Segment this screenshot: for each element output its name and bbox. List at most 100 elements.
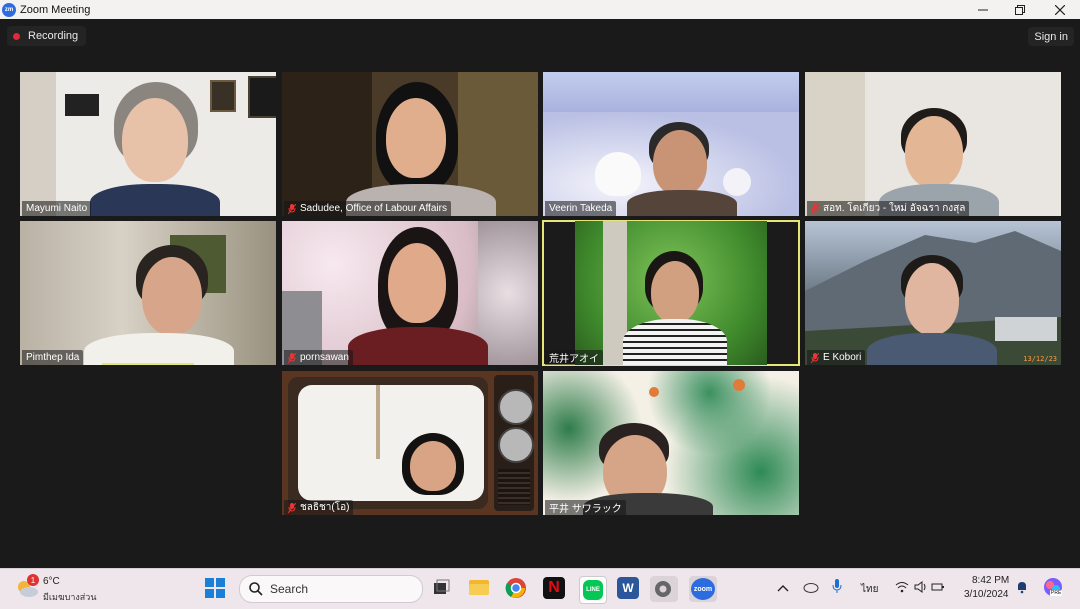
restore-button[interactable] <box>1000 0 1040 19</box>
start-button[interactable] <box>204 577 228 601</box>
chrome-icon <box>505 578 526 598</box>
recording-indicator[interactable]: Recording <box>7 26 87 46</box>
participant-body <box>623 319 727 365</box>
wifi-icon <box>895 582 909 593</box>
participant-face <box>653 130 707 196</box>
chevron-up-icon <box>777 585 789 592</box>
settings-button[interactable] <box>650 576 678 602</box>
rabbit-illustration <box>723 168 751 196</box>
show-hidden-icons-button[interactable] <box>777 580 789 598</box>
recording-label: Recording <box>28 30 79 42</box>
mic-muted-icon <box>811 203 819 214</box>
participant-face <box>905 263 959 335</box>
window-titlebar: zm Zoom Meeting <box>0 0 1080 19</box>
zoom-icon: zoom <box>691 578 715 600</box>
bell-icon <box>1018 582 1026 594</box>
microphone-tray-button[interactable] <box>832 578 842 599</box>
weather-widget[interactable]: 1 <box>14 574 40 601</box>
participant-name-label: 平井 サワラック <box>545 500 626 515</box>
battery-button[interactable] <box>931 580 945 598</box>
close-button[interactable] <box>1040 0 1080 19</box>
participant-tile[interactable]: Mayumi Naito <box>20 72 276 216</box>
participant-tile[interactable]: สอท. โตเกียว - ใหม่ อัจฉรา กงสุล <box>805 72 1061 216</box>
taskbar-search-input[interactable]: Search <box>239 575 423 603</box>
chrome-button[interactable] <box>505 577 529 601</box>
clock-date[interactable]: 3/10/2024 <box>964 589 1009 600</box>
volume-button[interactable] <box>914 580 928 598</box>
clock-time[interactable]: 8:42 PM <box>972 575 1009 586</box>
speaker-icon <box>914 581 926 593</box>
mic-muted-icon <box>288 502 296 513</box>
participant-body <box>348 327 488 365</box>
participant-name-label: 荒井アオイ <box>545 350 603 365</box>
participant-face <box>410 441 456 491</box>
tv-dial-icon <box>498 427 534 463</box>
tv-screen-pole <box>376 385 380 459</box>
windows-logo-icon <box>205 578 225 598</box>
participant-face <box>388 243 446 323</box>
participant-face <box>386 98 446 178</box>
participant-name-label: Sadudee, Office of Labour Affairs <box>284 201 451 216</box>
audio-activity-bar <box>102 363 194 365</box>
participant-face <box>142 257 202 335</box>
copilot-badge: PRE <box>1050 590 1063 596</box>
search-placeholder: Search <box>270 582 309 596</box>
minimize-icon <box>978 9 988 10</box>
copilot-button[interactable]: PRE <box>1042 576 1064 598</box>
network-button[interactable] <box>895 580 909 598</box>
participant-name-label: ชลธิชา(โอ) <box>284 500 354 515</box>
participant-body <box>627 190 737 216</box>
tv-speaker-grille <box>498 469 530 505</box>
zoom-taskbar-button[interactable]: zoom <box>689 576 717 602</box>
participant-tile-active-speaker[interactable]: 荒井アオイ <box>542 220 800 366</box>
gear-icon <box>655 581 671 597</box>
notifications-button[interactable] <box>1016 580 1028 599</box>
input-language-indicator[interactable]: ไทย <box>861 582 878 597</box>
picture-frame <box>248 76 276 118</box>
netflix-button[interactable]: N <box>543 577 565 599</box>
participant-name-label: E Kobori <box>807 350 866 365</box>
line-icon: LINE <box>583 580 603 600</box>
word-button[interactable]: W <box>617 577 639 599</box>
participant-body <box>84 333 234 365</box>
participant-face <box>905 116 963 188</box>
participant-face <box>122 98 188 182</box>
participant-tile[interactable]: pornsawan <box>282 221 538 365</box>
picture-frame <box>210 80 236 112</box>
mic-muted-icon <box>288 352 296 363</box>
participant-name-label: Pimthep Ida <box>22 350 84 365</box>
line-app-button[interactable]: LINE <box>579 576 607 604</box>
task-view-button[interactable] <box>431 577 455 601</box>
minimize-button[interactable] <box>963 0 1003 19</box>
participant-face <box>651 261 699 323</box>
wall-background <box>805 72 865 216</box>
weather-temperature: 6°C <box>43 576 60 587</box>
fruit-decoration <box>733 379 745 391</box>
participant-name-label: สอท. โตเกียว - ใหม่ อัจฉรา กงสุล <box>807 201 970 216</box>
tv-dial-icon <box>498 389 534 425</box>
rabbit-illustration <box>595 152 641 196</box>
recording-dot-icon <box>13 32 20 40</box>
mic-muted-icon <box>288 203 296 214</box>
participant-tile[interactable]: 13/12/23 E Kobori <box>805 221 1061 365</box>
file-explorer-button[interactable] <box>468 577 492 601</box>
sign-in-button[interactable]: Sign in <box>1028 27 1074 46</box>
notification-badge: 1 <box>27 574 39 586</box>
camera-date-stamp: 13/12/23 <box>1023 355 1057 363</box>
participant-tile[interactable]: Veerin Takeda <box>543 72 799 216</box>
participant-tile[interactable]: ชลธิชา(โอ) <box>282 371 538 515</box>
search-icon <box>249 582 263 596</box>
participant-body <box>867 333 997 365</box>
close-icon <box>1055 4 1065 15</box>
folder-icon <box>469 580 489 595</box>
participant-name-label: pornsawan <box>284 350 353 365</box>
task-view-icon <box>434 579 450 594</box>
participant-body <box>90 184 220 216</box>
participant-tile[interactable]: 平井 サワラック <box>543 371 799 515</box>
participant-name-label: Veerin Takeda <box>545 201 617 216</box>
participant-tile[interactable]: Sadudee, Office of Labour Affairs <box>282 72 538 216</box>
participant-tile[interactable]: Pimthep Ida <box>20 221 276 365</box>
onedrive-tray-button[interactable] <box>803 580 819 598</box>
restore-icon <box>1015 4 1025 15</box>
zoom-app-icon: zm <box>2 2 16 17</box>
